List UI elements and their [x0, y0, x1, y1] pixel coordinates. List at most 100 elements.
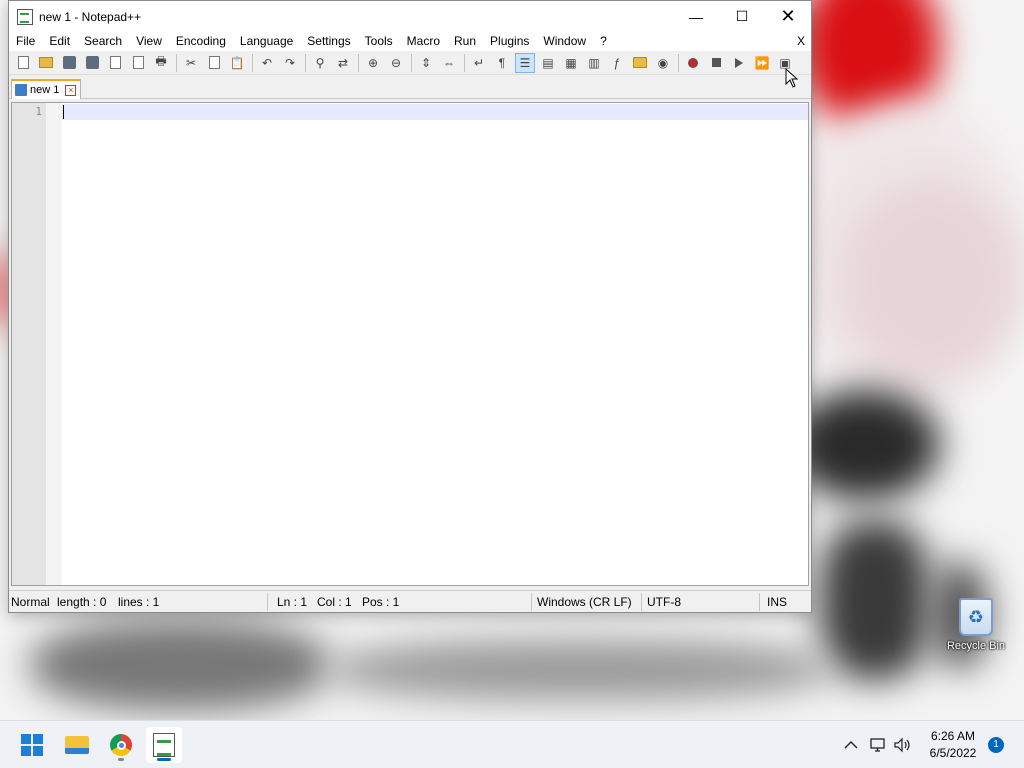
- close-document-button[interactable]: X: [797, 32, 805, 51]
- status-divider: [641, 593, 642, 611]
- run-macro-multiple-icon[interactable]: ⏩: [752, 53, 772, 73]
- menu-macro[interactable]: Macro: [400, 32, 447, 51]
- window-title: new 1 - Notepad++: [39, 9, 142, 24]
- file-explorer-button[interactable]: [59, 727, 95, 763]
- copy-icon[interactable]: [204, 53, 224, 73]
- status-mode: Normal: [11, 595, 50, 609]
- function-list-icon[interactable]: ƒ: [607, 53, 627, 73]
- title-bar[interactable]: new 1 - Notepad++ — ☐ ✕: [9, 1, 811, 32]
- redo-icon[interactable]: ↷: [280, 53, 300, 73]
- taskbar: 6:26 AM 6/5/2022 1: [0, 720, 1024, 768]
- menu-run[interactable]: Run: [447, 32, 483, 51]
- sync-vertical-icon[interactable]: ⇕: [416, 53, 436, 73]
- show-all-characters-icon[interactable]: ¶: [492, 53, 512, 73]
- notepad-plus-plus-icon: [17, 8, 33, 25]
- status-column: Col : 1: [317, 595, 352, 609]
- folder-as-workspace-icon[interactable]: [630, 53, 650, 73]
- zoom-out-icon[interactable]: ⊖: [386, 53, 406, 73]
- line-number-gutter: 1: [12, 103, 62, 585]
- text-caret: [63, 105, 64, 119]
- status-length: length : 0: [57, 595, 107, 609]
- menu-tools[interactable]: Tools: [358, 32, 400, 51]
- wallpaper-shape: [330, 640, 830, 700]
- close-window-button[interactable]: ✕: [765, 1, 811, 32]
- save-all-icon[interactable]: [82, 53, 102, 73]
- volume-button[interactable]: [892, 721, 914, 768]
- wallpaper-shape: [30, 620, 330, 710]
- toolbar-separator: [358, 53, 359, 72]
- menu-settings[interactable]: Settings: [300, 32, 357, 51]
- maximize-button[interactable]: ☐: [719, 1, 765, 32]
- document-map-icon[interactable]: ▦: [561, 53, 581, 73]
- status-lines: lines : 1: [118, 595, 160, 609]
- chrome-button[interactable]: [103, 727, 139, 763]
- editor-area[interactable]: 1: [11, 102, 809, 586]
- menu-bar: File Edit Search View Encoding Language …: [9, 32, 811, 51]
- minimize-button[interactable]: —: [673, 1, 719, 32]
- menu-search[interactable]: Search: [77, 32, 129, 51]
- toolbar-separator: [176, 53, 177, 72]
- clock-date: 6/5/2022: [929, 746, 977, 760]
- system-clock[interactable]: 6:26 AM 6/5/2022: [918, 728, 988, 762]
- fold-margin: [46, 103, 62, 585]
- active-indicator: [157, 758, 171, 761]
- status-bar: Normal length : 0 lines : 1 Ln : 1 Col :…: [9, 590, 811, 612]
- recycle-bin-label: Recycle Bin: [946, 640, 1006, 652]
- menu-view[interactable]: View: [129, 32, 169, 51]
- toolbar-separator: [464, 53, 465, 72]
- menu-edit[interactable]: Edit: [42, 32, 77, 51]
- save-status-icon: [15, 84, 27, 96]
- undo-icon[interactable]: ↶: [257, 53, 277, 73]
- menu-file[interactable]: File: [9, 32, 42, 51]
- status-eol: Windows (CR LF): [537, 595, 632, 609]
- document-list-icon[interactable]: ▥: [584, 53, 604, 73]
- cut-icon[interactable]: ✂: [181, 53, 201, 73]
- paste-icon[interactable]: 📋: [227, 53, 247, 73]
- playback-macro-icon[interactable]: [729, 53, 749, 73]
- menu-language[interactable]: Language: [233, 32, 300, 51]
- menu-plugins[interactable]: Plugins: [483, 32, 536, 51]
- status-position: Pos : 1: [362, 595, 400, 609]
- status-line: Ln : 1: [277, 595, 308, 609]
- recycle-bin-shortcut[interactable]: ♻ Recycle Bin: [944, 598, 1008, 668]
- chevron-up-icon: [844, 741, 858, 749]
- record-macro-icon[interactable]: [683, 53, 703, 73]
- monitoring-icon[interactable]: ◉: [653, 53, 673, 73]
- menu-help[interactable]: ?: [593, 32, 614, 51]
- toolbar-separator: [411, 53, 412, 72]
- toolbar-separator: [252, 53, 253, 72]
- replace-icon[interactable]: ⇄: [333, 53, 353, 73]
- print-icon[interactable]: 🖶: [151, 53, 171, 73]
- close-icon[interactable]: [105, 53, 125, 73]
- close-tab-icon[interactable]: ×: [65, 84, 77, 96]
- user-defined-language-icon[interactable]: ▤: [538, 53, 558, 73]
- network-status-button[interactable]: [868, 721, 888, 768]
- notepad-plus-plus-button[interactable]: [146, 727, 182, 763]
- tab-new-1[interactable]: new 1 ×: [11, 79, 81, 99]
- notification-badge[interactable]: 1: [988, 737, 1004, 753]
- tab-bar: new 1 ×: [9, 75, 811, 99]
- menu-window[interactable]: Window: [536, 32, 593, 51]
- folder-icon: [65, 736, 89, 754]
- find-icon[interactable]: ⚲: [310, 53, 330, 73]
- open-file-icon[interactable]: [36, 53, 56, 73]
- menu-encoding[interactable]: Encoding: [169, 32, 233, 51]
- save-icon[interactable]: [59, 53, 79, 73]
- speaker-icon: [894, 737, 910, 753]
- recycle-bin-icon: ♻: [959, 598, 993, 636]
- windows-logo-icon: [21, 734, 43, 756]
- stop-recording-icon[interactable]: [706, 53, 726, 73]
- new-file-icon[interactable]: [13, 53, 33, 73]
- show-hidden-icons-button[interactable]: [840, 721, 862, 768]
- zoom-in-icon[interactable]: ⊕: [363, 53, 383, 73]
- word-wrap-icon[interactable]: ↵: [469, 53, 489, 73]
- clock-time: 6:26 AM: [930, 729, 976, 743]
- indent-guide-icon[interactable]: ☰: [515, 52, 535, 73]
- toolbar: 🖶 ✂ 📋 ↶ ↷ ⚲ ⇄ ⊕ ⊖ ⇕ ⇔ ↵ ¶ ☰ ▤ ▦ ▥ ƒ ◉ ⏩ …: [9, 51, 811, 75]
- running-indicator: [118, 758, 124, 761]
- network-icon: [870, 738, 885, 752]
- status-divider: [531, 593, 532, 611]
- sync-horizontal-icon[interactable]: ⇔: [439, 53, 459, 73]
- close-all-icon[interactable]: [128, 53, 148, 73]
- start-button[interactable]: [14, 727, 50, 763]
